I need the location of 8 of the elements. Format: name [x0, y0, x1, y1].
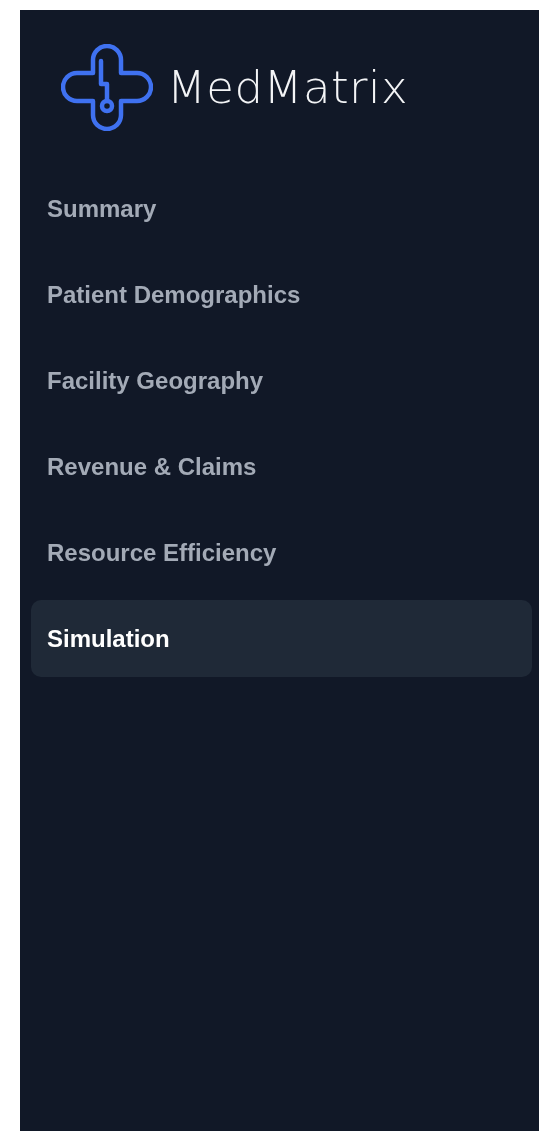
- nav-item[interactable]: Patient Demographics: [31, 256, 532, 333]
- medical-cross-logo-icon: [61, 43, 153, 131]
- brand-name: MedMatrix: [167, 60, 409, 114]
- nav-item[interactable]: Facility Geography: [31, 342, 532, 419]
- nav-item[interactable]: Resource Efficiency: [31, 514, 532, 591]
- nav-item[interactable]: Simulation: [31, 600, 532, 677]
- nav-item[interactable]: Summary: [31, 170, 532, 247]
- nav-item[interactable]: Revenue & Claims: [31, 428, 532, 505]
